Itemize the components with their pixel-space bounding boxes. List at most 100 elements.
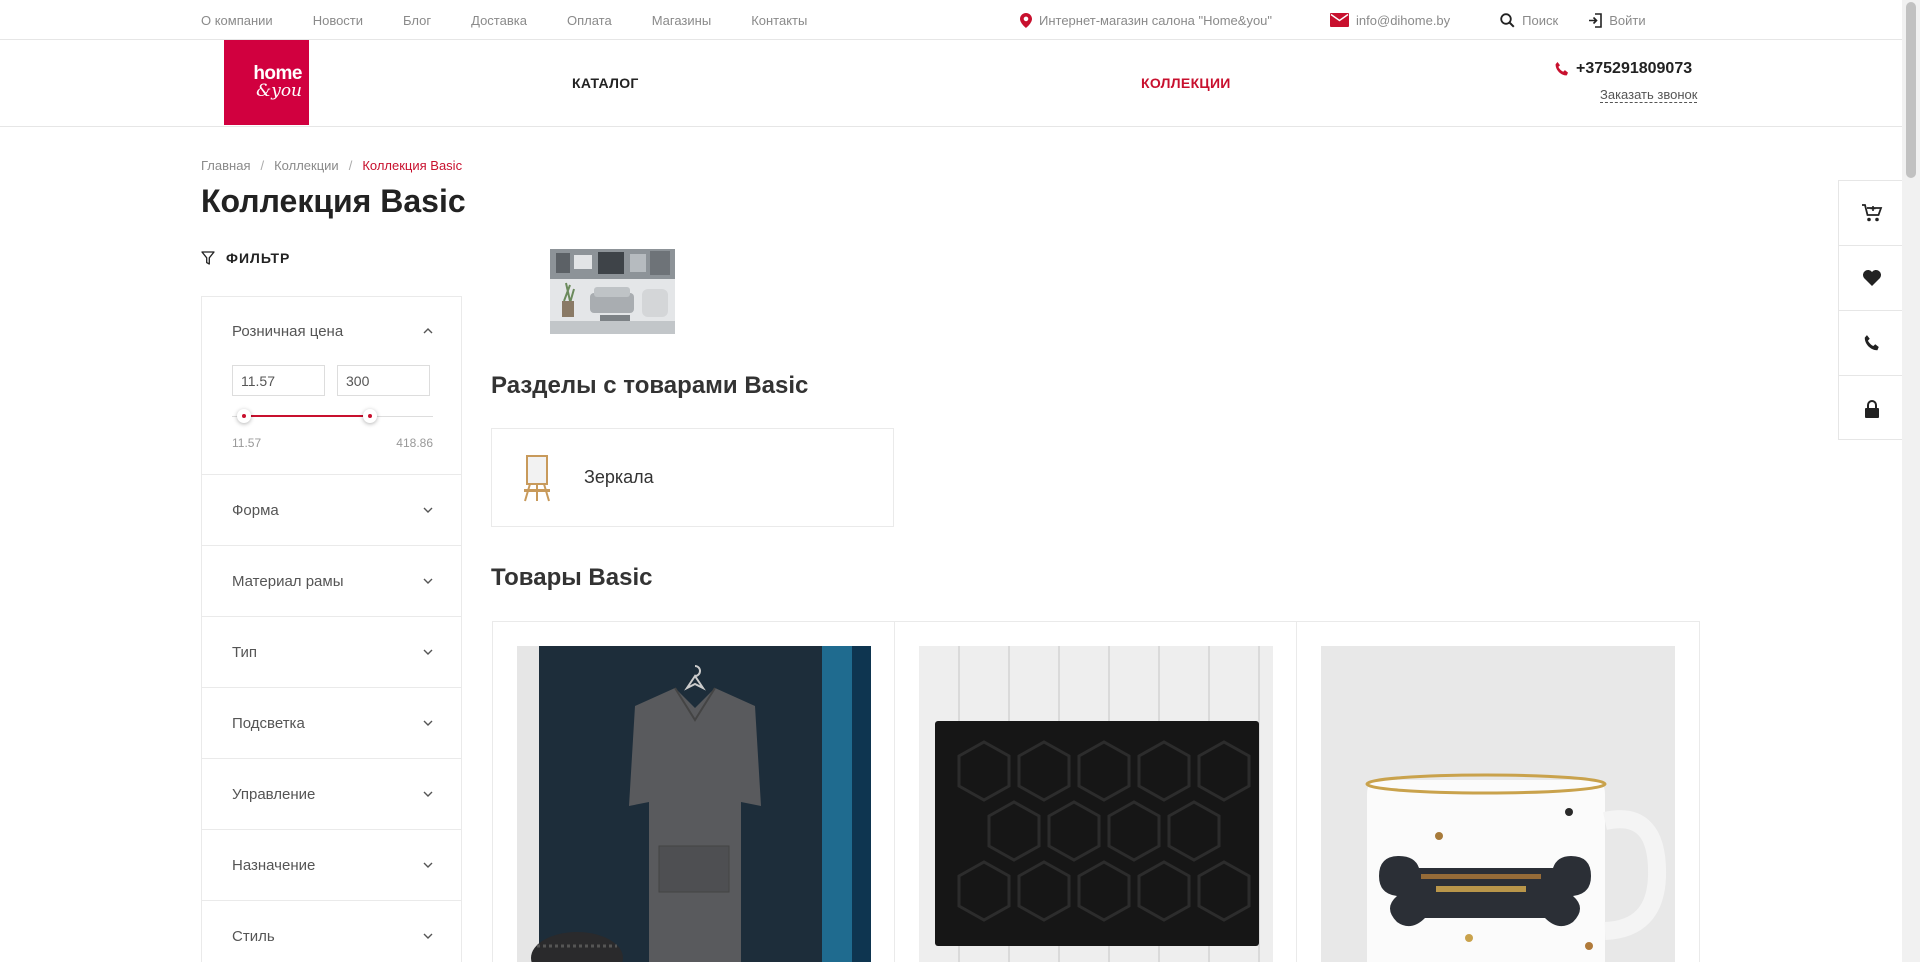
search-button[interactable]: Поиск bbox=[1500, 13, 1558, 28]
product-image bbox=[919, 646, 1273, 962]
filter-section-label: Назначение bbox=[232, 856, 316, 874]
filter-price-header[interactable]: Розничная цена bbox=[232, 297, 433, 365]
filter-section-label: Стиль bbox=[232, 927, 275, 945]
chevron-down-icon bbox=[423, 649, 433, 655]
chevron-down-icon bbox=[423, 791, 433, 797]
chevron-down-icon bbox=[423, 862, 433, 868]
logo-line2: &you bbox=[256, 81, 302, 102]
chevron-down-icon bbox=[423, 578, 433, 584]
side-cart-button[interactable] bbox=[1839, 181, 1904, 246]
page-title: Коллекция Basic bbox=[201, 183, 466, 219]
top-nav-blog[interactable]: Блог bbox=[403, 13, 431, 28]
slider-range bbox=[244, 415, 370, 417]
heart-icon bbox=[1862, 270, 1881, 286]
scrollbar-thumb[interactable] bbox=[1906, 2, 1916, 178]
product-card[interactable] bbox=[895, 622, 1297, 962]
slider-min-handle[interactable] bbox=[237, 409, 251, 423]
side-panel bbox=[1838, 180, 1904, 440]
product-image bbox=[517, 646, 871, 962]
top-bar: О компании Новости Блог Доставка Оплата … bbox=[0, 0, 1902, 40]
section-card-name: Зеркала bbox=[584, 467, 654, 487]
slider-max-handle[interactable] bbox=[363, 409, 377, 423]
top-nav-payment[interactable]: Оплата bbox=[567, 13, 612, 28]
lock-icon bbox=[1864, 399, 1879, 418]
cart-icon bbox=[1861, 204, 1882, 222]
search-label: Поиск bbox=[1522, 12, 1559, 28]
location-pin-icon bbox=[1020, 12, 1032, 28]
side-favorites-button[interactable] bbox=[1839, 246, 1904, 311]
price-from-input[interactable] bbox=[232, 365, 325, 396]
email-label: info@dihome.by bbox=[1356, 12, 1451, 28]
scrollbar[interactable] bbox=[1902, 0, 1920, 962]
filter-section-label: Материал рамы bbox=[232, 572, 344, 590]
filter-lighting[interactable]: Подсветка bbox=[202, 688, 461, 759]
login-icon bbox=[1589, 12, 1603, 28]
chevron-down-icon bbox=[423, 720, 433, 726]
filter-section-label: Управление bbox=[232, 785, 316, 803]
email-link[interactable]: info@dihome.by bbox=[1330, 13, 1450, 28]
nav-collections[interactable]: КОЛЛЕКЦИИ bbox=[1141, 40, 1231, 125]
phone-icon bbox=[1555, 62, 1568, 76]
collection-image bbox=[550, 249, 675, 334]
top-nav-contacts[interactable]: Контакты bbox=[751, 13, 807, 28]
filter-style[interactable]: Стиль bbox=[202, 901, 461, 962]
chevron-up-icon bbox=[423, 328, 433, 334]
side-account-button[interactable] bbox=[1839, 376, 1904, 441]
filter-price-label: Розничная цена bbox=[232, 322, 344, 340]
logo[interactable]: home &you bbox=[224, 40, 309, 125]
breadcrumb-home[interactable]: Главная bbox=[201, 158, 250, 173]
price-minmax: 11.57 418.86 bbox=[232, 436, 433, 474]
top-info: Интернет-магазин салона "Home&you" info@… bbox=[1020, 0, 1646, 40]
store-label: Интернет-магазин салона "Home&you" bbox=[1039, 12, 1273, 28]
filter-section-label: Подсветка bbox=[232, 714, 305, 732]
breadcrumb-collections[interactable]: Коллекции bbox=[274, 158, 339, 173]
top-nav-stores[interactable]: Магазины bbox=[652, 13, 712, 28]
side-phone-button[interactable] bbox=[1839, 311, 1904, 376]
top-nav: О компании Новости Блог Доставка Оплата … bbox=[201, 0, 807, 40]
breadcrumb: Главная / Коллекции / Коллекция Basic bbox=[201, 158, 462, 173]
filter-title: ФИЛЬТР bbox=[226, 250, 291, 266]
product-card[interactable] bbox=[493, 622, 895, 962]
price-max: 418.86 bbox=[396, 436, 433, 450]
filter-toggle[interactable]: ФИЛЬТР bbox=[201, 250, 290, 266]
chevron-down-icon bbox=[423, 507, 433, 513]
top-nav-delivery[interactable]: Доставка bbox=[471, 13, 527, 28]
callback-link[interactable]: Заказать звонок bbox=[1600, 88, 1698, 103]
login-button[interactable]: Войти bbox=[1588, 12, 1646, 28]
chevron-down-icon bbox=[423, 933, 433, 939]
mirror-thumbnail bbox=[524, 454, 550, 501]
filter-shape[interactable]: Форма bbox=[202, 475, 461, 546]
product-card[interactable] bbox=[1297, 622, 1699, 962]
price-slider[interactable] bbox=[232, 396, 433, 436]
header: home &you КАТАЛОГ КОЛЛЕКЦИИ +37529180907… bbox=[0, 40, 1902, 127]
phone-icon bbox=[1864, 335, 1879, 351]
breadcrumb-current: Коллекция Basic bbox=[362, 158, 463, 173]
product-image bbox=[1321, 646, 1675, 962]
top-nav-news[interactable]: Новости bbox=[313, 13, 363, 28]
phone-link[interactable]: +375291809073 bbox=[1554, 60, 1692, 78]
breadcrumb-separator: / bbox=[348, 158, 353, 173]
filter-section-label: Форма bbox=[232, 501, 279, 519]
nav-catalog[interactable]: КАТАЛОГ bbox=[572, 40, 639, 125]
price-to-input[interactable] bbox=[337, 365, 430, 396]
mail-icon bbox=[1330, 13, 1350, 27]
breadcrumb-separator: / bbox=[260, 158, 265, 173]
price-min: 11.57 bbox=[232, 436, 262, 450]
filter-type[interactable]: Тип bbox=[202, 617, 461, 688]
filter-frame-material[interactable]: Материал рамы bbox=[202, 546, 461, 617]
filter-section-label: Тип bbox=[232, 643, 258, 661]
filter-panel: Розничная цена 11.57 418.86 Форма Матери… bbox=[201, 296, 462, 962]
section-card-mirrors[interactable]: Зеркала bbox=[491, 428, 894, 527]
filter-icon bbox=[201, 251, 215, 265]
sections-title: Разделы с товарами Basic bbox=[491, 372, 809, 399]
filter-control[interactable]: Управление bbox=[202, 759, 461, 830]
filter-purpose[interactable]: Назначение bbox=[202, 830, 461, 901]
product-grid bbox=[492, 621, 1700, 962]
store-link[interactable]: Интернет-магазин салона "Home&you" bbox=[1020, 12, 1273, 28]
phone-number: +375291809073 bbox=[1576, 60, 1693, 77]
top-nav-about[interactable]: О компании bbox=[201, 13, 273, 28]
price-inputs bbox=[232, 365, 433, 396]
login-label: Войти bbox=[1609, 12, 1646, 28]
filter-price: Розничная цена 11.57 418.86 bbox=[202, 297, 461, 475]
search-icon bbox=[1500, 12, 1515, 28]
